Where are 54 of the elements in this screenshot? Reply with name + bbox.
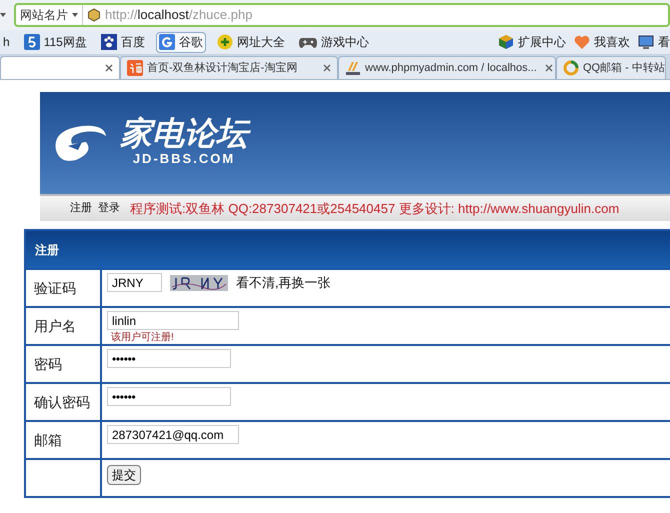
bookmark-item[interactable]: 我喜欢 [574,33,630,51]
close-icon[interactable] [544,64,553,72]
submit-button[interactable]: 提交 [107,465,141,485]
input-field[interactable]: linlin [107,311,239,330]
label-cell: 密码 [26,346,102,382]
label-cell: 用户名 [26,308,102,344]
bookmark-item[interactable]: 谷歌 [156,32,206,52]
nav-link[interactable]: 注册 [70,200,92,217]
bookmark-item[interactable]: 网址大全 [214,32,288,52]
address-bar[interactable]: 网站名片 http://localhost/zhuce.php [14,3,670,27]
nav-link[interactable]: 登录 [98,200,120,217]
site-menu-button[interactable]: 网站名片 [16,5,83,25]
tab-title: QQ邮箱 - 中转站 [583,60,665,76]
gamepad-icon [298,35,317,49]
browser-tab[interactable]: 首页-双鱼林设计淘宝店-淘宝网 [120,56,338,79]
close-icon[interactable] [105,64,113,72]
bookmark-item[interactable]: 扩展中心 [498,33,566,51]
browser-tab[interactable]: www.phpmyadmin.com / localhos... [338,56,556,79]
browser-tab[interactable]: QQ邮箱 - 中转站 [556,56,666,79]
bookmark-item[interactable]: 115网盘 [20,32,90,52]
ring-logo-icon [563,60,579,76]
shop-logo-icon [127,60,143,76]
url-text: http://localhost/zhuce.php [105,6,252,24]
close-icon[interactable] [323,64,331,72]
paw-icon [100,34,117,50]
captcha-image [170,274,228,291]
cube-icon [498,34,514,50]
password-field[interactable]: •••••• [107,349,231,368]
caret-icon [0,13,6,17]
notice-text: 程序测试:双鱼林 QQ:287307421或254540457 更多设计: http://www.shuangyulin.com [130,200,620,218]
label-cell: 确认密码 [26,384,102,420]
sail-logo-icon [345,60,361,76]
bookmark-item[interactable]: h [0,32,13,52]
tab-title: 首页-双鱼林设计淘宝店-淘宝网 [147,60,298,76]
availability-message: 该用户可注册! [110,330,175,345]
cloud-drive-icon [24,34,40,50]
plus-circle-icon [216,34,233,50]
bookmark-item[interactable]: 看 [638,33,670,51]
g-letter-icon [158,34,175,50]
tab-title: www.phpmyadmin.com / localhos... [365,60,537,76]
label-cell: 邮箱 [26,422,102,458]
bookmark-item[interactable]: 百度 [98,32,148,52]
logo-subtitle: JD-BBS.COM [132,150,236,168]
caret-icon [72,13,78,17]
bookmark-item[interactable]: 游戏中心 [296,32,372,52]
monitor-icon [638,34,654,50]
hexagon-icon [87,8,101,22]
refresh-captcha-link[interactable]: 看不清,再换一张 [236,273,331,292]
heart-icon [574,35,590,49]
label-cell: 验证码 [26,270,102,306]
input-field[interactable]: JRNY [107,273,162,292]
input-field[interactable]: 287307421@qq.com [107,425,239,444]
form-title: 注册 [35,242,59,258]
password-field[interactable]: •••••• [107,387,231,406]
